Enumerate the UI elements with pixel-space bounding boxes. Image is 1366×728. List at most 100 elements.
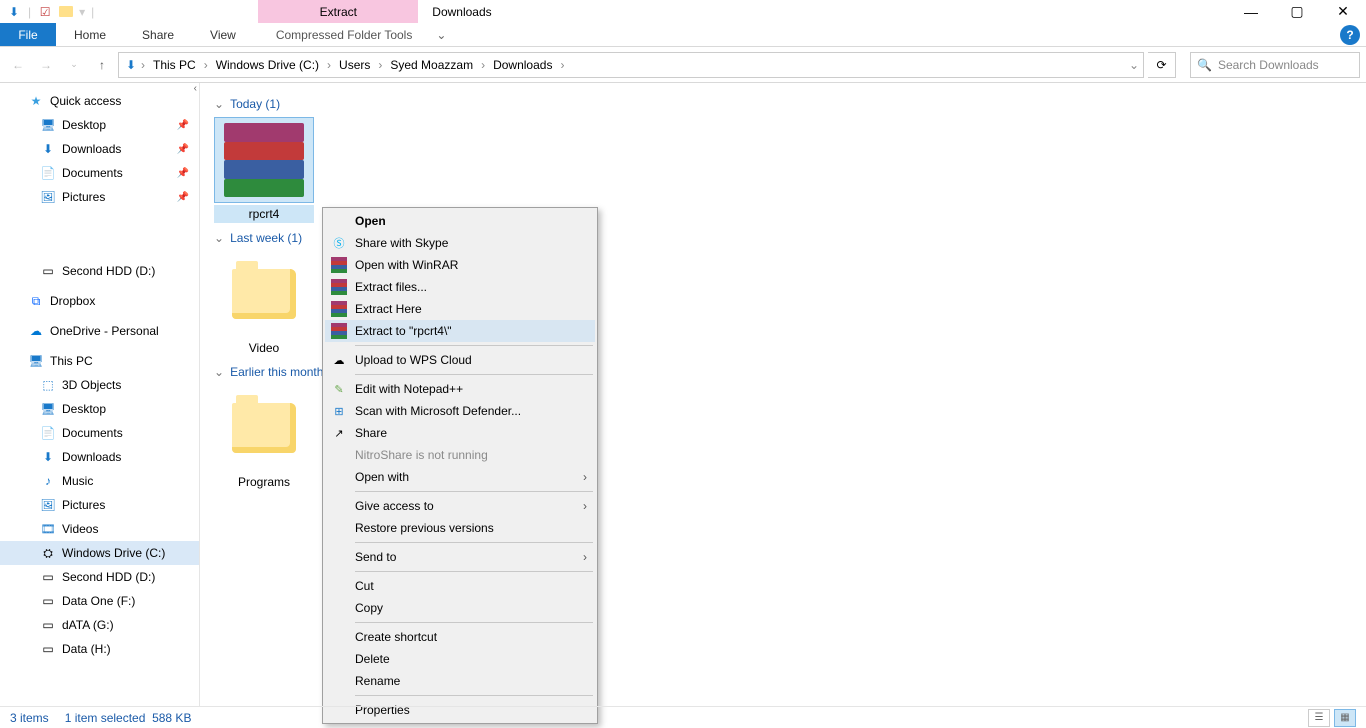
sidebar-onedrive[interactable]: ☁OneDrive - Personal — [0, 319, 199, 343]
menu-delete[interactable]: Delete — [325, 648, 595, 670]
checkbox-icon[interactable]: ☑ — [37, 4, 53, 20]
videos-icon: 🎞 — [40, 521, 56, 537]
minimize-button[interactable]: — — [1228, 0, 1274, 23]
sidebar-desktop[interactable]: 🖥Desktop — [0, 397, 199, 421]
sidebar-3d-objects[interactable]: ⬚3D Objects — [0, 373, 199, 397]
details-view-button[interactable]: ☰ — [1308, 709, 1330, 727]
crumb-c-drive[interactable]: Windows Drive (C:) — [210, 58, 325, 72]
menu-share[interactable]: ↗Share — [325, 422, 595, 444]
close-button[interactable]: ✕ — [1320, 0, 1366, 23]
sidebar-second-hdd[interactable]: ▭Second HDD (D:) — [0, 259, 199, 283]
menu-copy[interactable]: Copy — [325, 597, 595, 619]
pc-icon: 🖥 — [28, 353, 44, 369]
large-icons-view-button[interactable]: ▦ — [1334, 709, 1356, 727]
recent-dropdown[interactable]: ⌄ — [62, 53, 86, 77]
sidebar-label: Dropbox — [50, 294, 95, 308]
menu-separator — [355, 542, 593, 543]
sidebar-videos[interactable]: 🎞Videos — [0, 517, 199, 541]
documents-icon: 📄 — [40, 425, 56, 441]
sidebar-dropbox[interactable]: ⧉Dropbox — [0, 289, 199, 313]
home-tab[interactable]: Home — [56, 23, 124, 46]
search-box[interactable]: 🔍 Search Downloads — [1190, 52, 1360, 78]
menu-label: Extract files... — [355, 280, 427, 294]
drive-icon: ▭ — [40, 263, 56, 279]
chevron-down-icon: ⌄ — [214, 97, 224, 111]
menu-extract-to[interactable]: Extract to "rpcrt4\" — [325, 320, 595, 342]
file-item-rpcrt4[interactable]: rpcrt4 — [214, 117, 314, 223]
documents-icon: 📄 — [40, 165, 56, 181]
up-button[interactable]: ↑ — [90, 53, 114, 77]
address-history-dropdown-icon[interactable]: ⌄ — [1129, 58, 1139, 72]
menu-share-skype[interactable]: ⓈShare with Skype — [325, 232, 595, 254]
sidebar-qa-documents[interactable]: 📄Documents📌 — [0, 161, 199, 185]
menu-restore-previous[interactable]: Restore previous versions — [325, 517, 595, 539]
menu-open[interactable]: Open — [325, 210, 595, 232]
sidebar-music[interactable]: ♪Music — [0, 469, 199, 493]
menu-upload-wps[interactable]: ☁Upload to WPS Cloud — [325, 349, 595, 371]
downloads-folder-icon: ⬇ — [123, 57, 139, 73]
search-placeholder: Search Downloads — [1218, 58, 1319, 72]
sidebar-label: OneDrive - Personal — [50, 324, 159, 338]
menu-cut[interactable]: Cut — [325, 575, 595, 597]
sidebar-f-drive[interactable]: ▭Data One (F:) — [0, 589, 199, 613]
sidebar-h-drive[interactable]: ▭Data (H:) — [0, 637, 199, 661]
file-item-video[interactable]: Video — [214, 251, 314, 357]
group-today-header[interactable]: ⌄Today (1) — [214, 97, 1352, 111]
menu-give-access[interactable]: Give access to› — [325, 495, 595, 517]
sidebar-pictures[interactable]: 🖼Pictures — [0, 493, 199, 517]
sidebar-downloads[interactable]: ⬇Downloads — [0, 445, 199, 469]
crumb-users[interactable]: Users — [333, 58, 376, 72]
file-tab[interactable]: File — [0, 23, 56, 46]
sidebar-label: Downloads — [62, 142, 121, 156]
file-item-programs[interactable]: Programs — [214, 385, 314, 491]
sidebar-label: 3D Objects — [62, 378, 121, 392]
menu-extract-files[interactable]: Extract files... — [325, 276, 595, 298]
sidebar-this-pc[interactable]: 🖥This PC — [0, 349, 199, 373]
sidebar-label: Quick access — [50, 94, 121, 108]
menu-label: Create shortcut — [355, 630, 437, 644]
cloud-upload-icon: ☁ — [331, 352, 347, 368]
address-bar[interactable]: ⬇ › This PC› Windows Drive (C:)› Users› … — [118, 52, 1144, 78]
compressed-folder-tools-tab[interactable]: Compressed Folder Tools — [258, 23, 431, 46]
menu-create-shortcut[interactable]: Create shortcut — [325, 626, 595, 648]
crumb-this-pc[interactable]: This PC — [147, 58, 202, 72]
menu-rename[interactable]: Rename — [325, 670, 595, 692]
maximize-button[interactable]: ▢ — [1274, 0, 1320, 23]
view-tab[interactable]: View — [192, 23, 254, 46]
sidebar-quick-access[interactable]: ★ Quick access — [0, 89, 199, 113]
share-tab[interactable]: Share — [124, 23, 192, 46]
menu-open-winrar[interactable]: Open with WinRAR — [325, 254, 595, 276]
sidebar-c-drive[interactable]: ⛭Windows Drive (C:) — [0, 541, 199, 565]
crumb-downloads[interactable]: Downloads — [487, 58, 558, 72]
navbar: ← → ⌄ ↑ ⬇ › This PC› Windows Drive (C:)›… — [0, 47, 1366, 83]
sidebar-documents[interactable]: 📄Documents — [0, 421, 199, 445]
sidebar-qa-pictures[interactable]: 🖼Pictures📌 — [0, 185, 199, 209]
rar-archive-icon — [224, 123, 304, 197]
sidebar-qa-downloads[interactable]: ⬇Downloads📌 — [0, 137, 199, 161]
menu-separator — [355, 571, 593, 572]
help-icon[interactable]: ? — [1340, 25, 1360, 45]
crumb-user[interactable]: Syed Moazzam — [384, 58, 479, 72]
menu-scan-defender[interactable]: ⊞Scan with Microsoft Defender... — [325, 400, 595, 422]
menu-send-to[interactable]: Send to› — [325, 546, 595, 568]
drive-icon: ⛭ — [40, 545, 56, 561]
file-label: Programs — [214, 473, 314, 491]
ribbon-context-tab-extract[interactable]: Extract — [258, 0, 418, 23]
menu-edit-notepad[interactable]: ✎Edit with Notepad++ — [325, 378, 595, 400]
sidebar-g-drive[interactable]: ▭dATA (G:) — [0, 613, 199, 637]
sidebar-label: Pictures — [62, 190, 105, 204]
sidebar-d-drive[interactable]: ▭Second HDD (D:) — [0, 565, 199, 589]
down-arrow-icon[interactable]: ⬇ — [6, 4, 22, 20]
back-button[interactable]: ← — [6, 53, 30, 77]
star-icon: ★ — [28, 93, 44, 109]
pin-icon: 📌 — [177, 168, 189, 179]
forward-button[interactable]: → — [34, 53, 58, 77]
menu-label: Extract Here — [355, 302, 422, 316]
menu-extract-here[interactable]: Extract Here — [325, 298, 595, 320]
refresh-button[interactable]: ⟳ — [1148, 52, 1176, 78]
titlebar: ⬇ | ☑ ▾ | Extract Downloads — ▢ ✕ — [0, 0, 1366, 23]
ribbon-collapse-chevron-icon[interactable]: ⌄ — [430, 23, 452, 46]
sidebar-qa-desktop[interactable]: 🖥Desktop📌 — [0, 113, 199, 137]
menu-open-with[interactable]: Open with› — [325, 466, 595, 488]
chevron-down-icon: ⌄ — [214, 365, 224, 379]
